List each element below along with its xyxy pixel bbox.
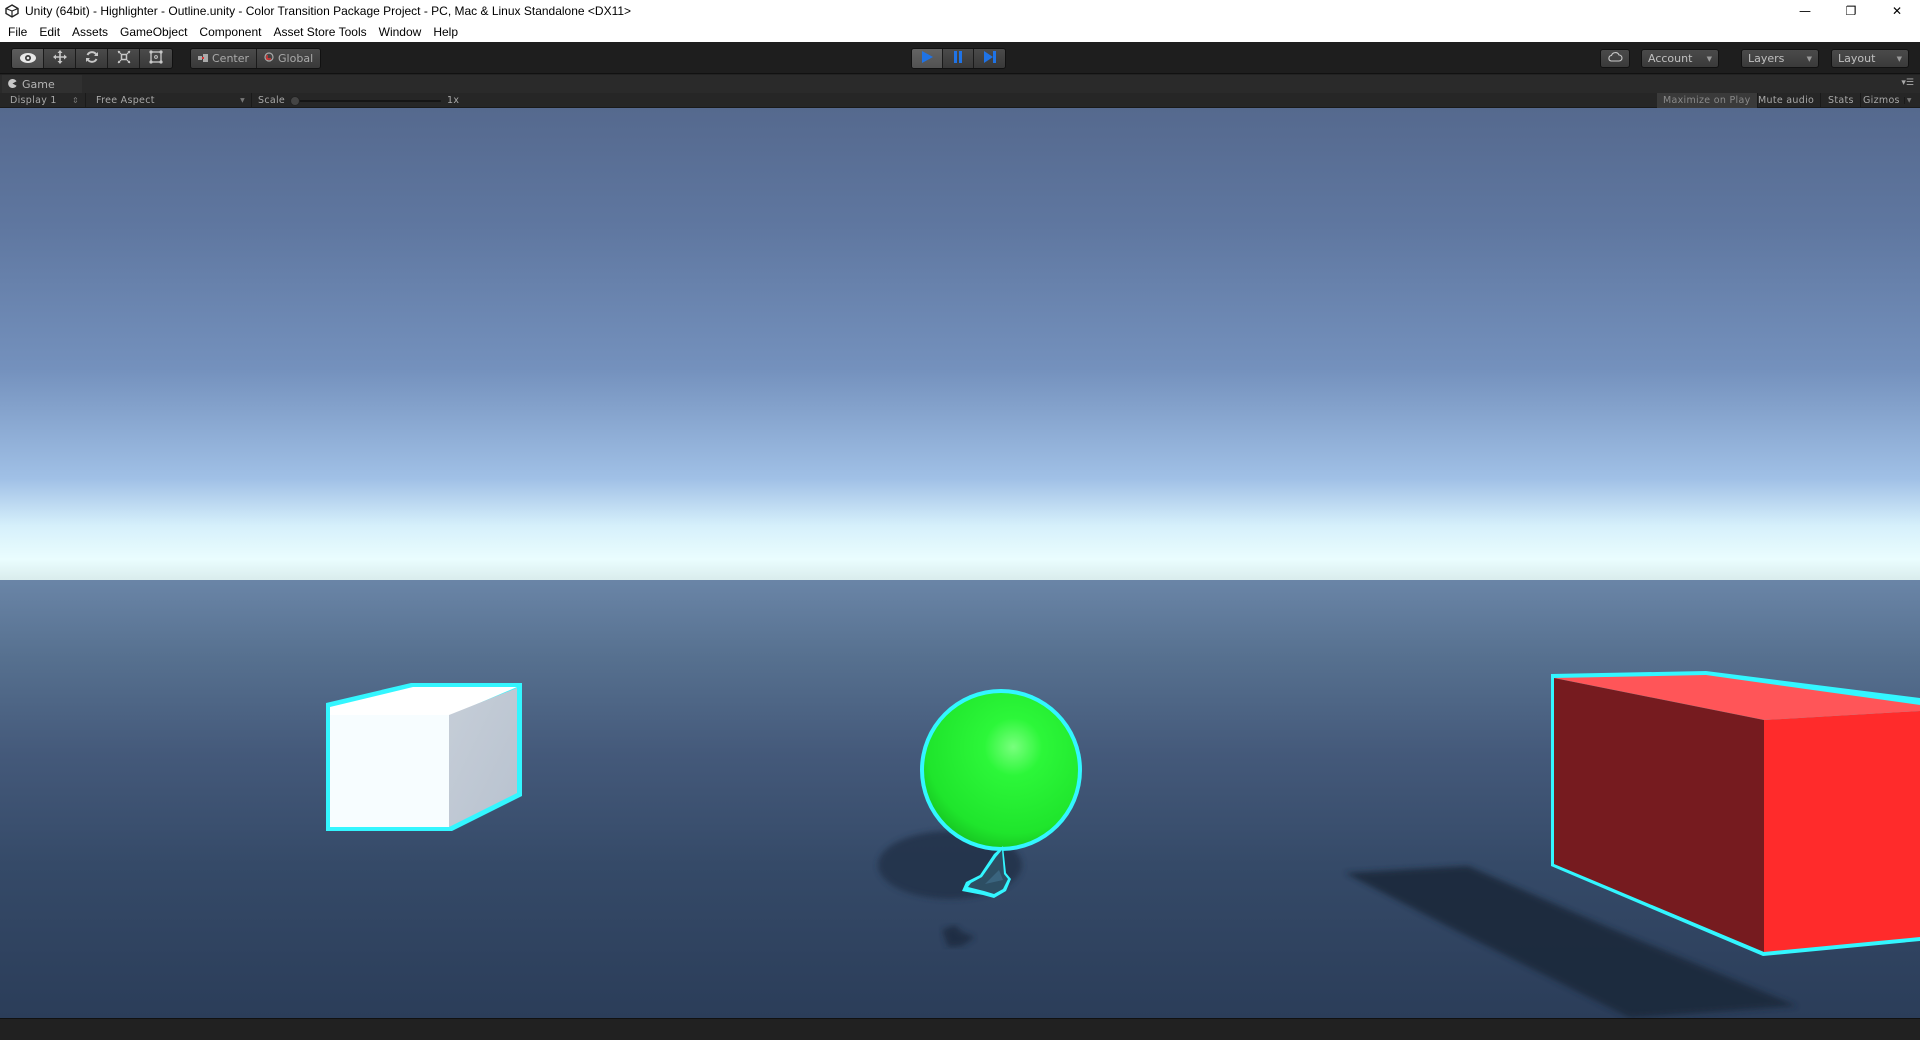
tab-bar: Game ▾☰ [0, 75, 1920, 93]
menu-window[interactable]: Window [373, 22, 428, 42]
pivot-rotation-label: Global [278, 52, 314, 65]
globe-icon [264, 52, 274, 65]
account-label: Account [1648, 52, 1693, 65]
rect-transform-icon [149, 49, 163, 68]
window-title: Unity (64bit) - Highlighter - Outline.un… [25, 4, 632, 18]
menu-gameobject[interactable]: GameObject [114, 22, 193, 42]
menu-edit[interactable]: Edit [33, 22, 66, 42]
menu-bar: File Edit Assets GameObject Component As… [0, 22, 1920, 42]
tab-game-label: Game [22, 77, 55, 91]
menu-assets[interactable]: Assets [66, 22, 114, 42]
minimize-button[interactable]: — [1782, 0, 1828, 22]
scale-slider-track[interactable] [295, 100, 441, 102]
menu-asset-store-tools[interactable]: Asset Store Tools [267, 22, 372, 42]
layers-dropdown[interactable]: Layers ▼ [1741, 49, 1819, 68]
pivot-mode-label: Center [212, 52, 250, 65]
pivot-center-icon [198, 52, 208, 65]
chevron-down-icon: ▼ [240, 97, 245, 104]
maximize-on-play-toggle[interactable]: Maximize on Play [1657, 93, 1758, 108]
rotate-icon [85, 49, 99, 68]
play-button[interactable] [912, 49, 943, 68]
pacman-game-icon [8, 78, 17, 91]
tab-context-menu-icon[interactable]: ▾☰ [1901, 78, 1914, 88]
collab-cloud-button[interactable] [1600, 49, 1630, 68]
step-forward-icon [983, 49, 997, 68]
chevron-down-icon[interactable]: ▼ [1903, 97, 1912, 104]
green-sphere[interactable] [920, 689, 1082, 851]
play-icon [920, 49, 934, 68]
minimize-icon: — [1799, 4, 1811, 18]
move-tool-button[interactable] [44, 49, 76, 68]
pause-icon [952, 49, 964, 68]
eye-icon [19, 49, 37, 68]
red-box[interactable] [1551, 671, 1920, 956]
layout-label: Layout [1838, 52, 1876, 65]
stats-toggle[interactable]: Stats [1822, 93, 1861, 108]
cloud-icon [1607, 52, 1623, 65]
game-viewport[interactable] [0, 108, 1920, 1018]
move-arrows-icon [52, 49, 67, 68]
scale-icon [117, 49, 131, 68]
scale-slider-handle[interactable] [290, 96, 300, 106]
red-box-side [1764, 711, 1920, 952]
playback-controls [911, 48, 1006, 69]
game-view-toolbar: Display 1 ⇕ Free Aspect ▼ Scale 1x Maxim… [0, 93, 1920, 108]
green-sphere-body [924, 693, 1078, 847]
chevron-down-icon: ▼ [1806, 54, 1812, 63]
gizmos-label: Gizmos [1863, 95, 1900, 106]
status-bar [0, 1018, 1920, 1040]
gizmos-toggle[interactable]: Gizmos ▼ [1857, 93, 1918, 108]
scale-tool-button[interactable] [108, 49, 140, 68]
pause-button[interactable] [943, 49, 974, 68]
transform-tools [11, 48, 173, 69]
view-tool-button[interactable] [12, 49, 44, 68]
pivot-controls: Center Global [190, 48, 322, 69]
chevron-down-icon: ▼ [1706, 54, 1712, 63]
display-dropdown[interactable]: Display 1 ⇕ [4, 93, 86, 108]
scale-value: 1x [441, 93, 465, 108]
layout-dropdown[interactable]: Layout ▼ [1831, 49, 1909, 68]
main-toolbar: Center Global Account ▼ Layers ▼ Layout … [0, 42, 1920, 74]
updown-chevron-icon: ⇕ [71, 96, 79, 105]
white-cube[interactable] [326, 683, 522, 831]
close-button[interactable]: ✕ [1874, 0, 1920, 22]
maximize-on-play-label: Maximize on Play [1663, 95, 1751, 106]
account-dropdown[interactable]: Account ▼ [1641, 49, 1719, 68]
stats-label: Stats [1828, 95, 1854, 106]
white-cube-front [330, 715, 449, 827]
step-button[interactable] [974, 49, 1005, 68]
mute-audio-toggle[interactable]: Mute audio [1752, 93, 1822, 108]
window-title-bar: Unity (64bit) - Highlighter - Outline.un… [0, 0, 1920, 22]
butterfly-shadow [942, 925, 975, 947]
scale-value-label: 1x [447, 95, 460, 106]
scene-render [326, 671, 1920, 1018]
menu-component[interactable]: Component [193, 22, 267, 42]
rect-tool-button[interactable] [140, 49, 172, 68]
restore-icon: ❐ [1845, 4, 1857, 18]
close-icon: ✕ [1891, 4, 1903, 18]
pivot-rotation-toggle[interactable]: Global [257, 49, 321, 68]
window-controls: — ❐ ✕ [1782, 0, 1920, 22]
unity-logo-icon [4, 3, 20, 19]
pivot-mode-toggle[interactable]: Center [191, 49, 258, 68]
display-label: Display 1 [10, 95, 57, 106]
chevron-down-icon: ▼ [1896, 54, 1902, 63]
restore-button[interactable]: ❐ [1828, 0, 1874, 22]
aspect-dropdown[interactable]: Free Aspect ▼ [90, 93, 252, 108]
mute-audio-label: Mute audio [1758, 95, 1815, 106]
tab-game[interactable]: Game [2, 75, 82, 93]
layers-label: Layers [1748, 52, 1785, 65]
scale-label: Scale [258, 95, 286, 106]
menu-file[interactable]: File [2, 22, 33, 42]
rotate-tool-button[interactable] [76, 49, 108, 68]
aspect-label: Free Aspect [96, 95, 155, 106]
menu-help[interactable]: Help [427, 22, 464, 42]
